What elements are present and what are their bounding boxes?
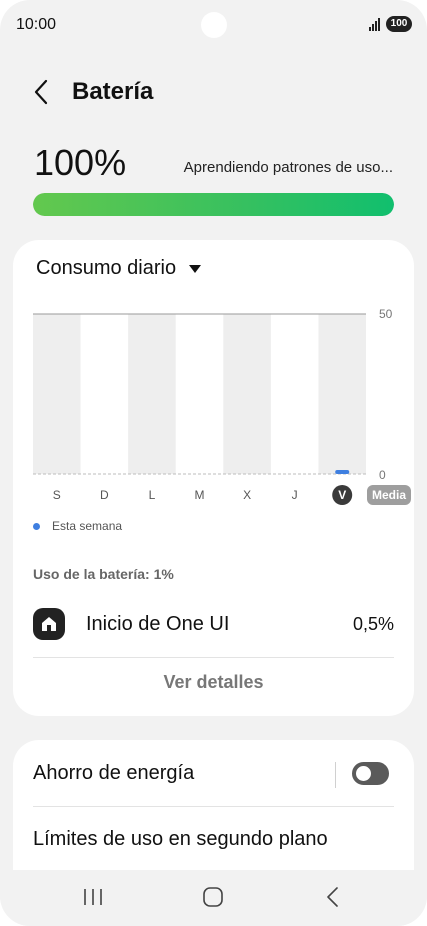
x-tick-label: J: [292, 488, 298, 502]
app-percent: 0,5%: [352, 613, 394, 634]
usage-chart: 50 0 S D L M X J V Media: [33, 307, 411, 505]
x-tick-label: M: [195, 488, 205, 502]
chevron-left-icon: [34, 79, 48, 105]
battery-percent: 100%: [34, 142, 127, 183]
chart-column-bg: [318, 314, 366, 474]
legend-label: Esta semana: [52, 519, 123, 533]
chart-column-bg: [223, 314, 271, 474]
signal-icon: [369, 17, 383, 31]
y-tick-label: 0: [379, 468, 386, 482]
toggle-knob: [356, 766, 371, 781]
chart-bar: [335, 470, 350, 474]
chart-column-bg: [128, 314, 176, 474]
power-saving-label: Ahorro de energía: [33, 762, 195, 784]
x-tick-label: S: [53, 488, 61, 502]
camera-cutout: [201, 12, 227, 38]
recents-icon: [84, 889, 102, 905]
app-usage-row[interactable]: Inicio de One UI 0,5%: [33, 604, 394, 644]
background-limits-label: Límites de uso en segundo plano: [33, 828, 328, 850]
page-title: Batería: [72, 78, 154, 105]
divider: [33, 657, 394, 658]
divider: [33, 806, 394, 807]
status-time: 10:00: [16, 16, 57, 33]
battery-status-badge: 100: [386, 16, 412, 32]
battery-level-fill: [33, 193, 394, 216]
average-label: Media: [372, 488, 406, 502]
app-name: Inicio de One UI: [86, 612, 230, 635]
background-limits-row[interactable]: Límites de uso en segundo plano: [33, 828, 396, 851]
power-saving-row[interactable]: Ahorro de energía: [33, 762, 396, 785]
battery-usage-label: Uso de la batería: 1%: [33, 566, 174, 582]
power-saving-toggle[interactable]: [352, 762, 389, 785]
recents-button[interactable]: [73, 882, 113, 912]
legend-dot: [33, 522, 40, 530]
chart-column-bg: [33, 314, 81, 474]
x-tick-label: V: [338, 488, 346, 502]
home-icon: [33, 608, 65, 640]
x-tick-label: L: [149, 488, 156, 502]
screen: 10:00 100 Batería 100% Aprendiendo patro…: [0, 0, 427, 926]
home-circle-icon: [203, 887, 223, 907]
navigation-bar: [0, 870, 427, 926]
y-tick-label: 50: [379, 307, 393, 321]
separator: [335, 762, 336, 788]
nav-back-button[interactable]: [312, 882, 352, 912]
x-tick-label: X: [243, 488, 251, 502]
back-icon: [327, 887, 338, 907]
battery-level-bar: [33, 193, 394, 216]
usage-card: Consumo diario 50 0 S D L M X J V Media Esta sema…: [13, 240, 414, 716]
view-details-button[interactable]: Ver detalles: [13, 672, 414, 693]
x-tick-label: D: [100, 488, 109, 502]
home-button[interactable]: [193, 882, 233, 912]
back-button[interactable]: [28, 76, 56, 108]
battery-status-text: Aprendiendo patrones de uso...: [183, 159, 393, 176]
chart-legend: Esta semana: [33, 519, 122, 533]
